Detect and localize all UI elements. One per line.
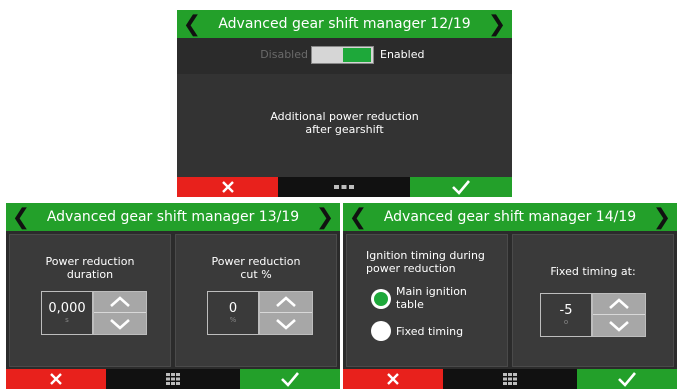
description-panel: Additional power reduction after gearshi… [177,74,512,178]
bottom-bar [177,177,512,197]
fixed-timing-value: -5 [559,303,573,318]
radio-fixed-timing[interactable] [371,321,391,341]
increase-button[interactable] [260,292,312,313]
toggle-on-label: Enabled [380,48,425,61]
check-icon [452,180,470,195]
page-title: Advanced gear shift manager 14/19 [383,209,637,225]
increase-button[interactable] [94,292,146,313]
decrease-button[interactable] [260,313,312,334]
chevron-left-icon[interactable]: ❮ [179,10,205,38]
enable-toggle[interactable]: Disabled Enabled [177,44,512,66]
increase-button[interactable] [593,294,645,315]
confirm-button[interactable] [410,177,512,197]
page-title: Advanced gear shift manager 12/19 [218,16,471,32]
chevron-down-icon [609,320,629,332]
fixed-timing-at-label: Fixed timing at: [550,265,636,278]
ignition-panel: Ignition timing during power reduction M… [346,234,508,367]
screen-12: ❮ Advanced gear shift manager 12/19 ❯ Di… [177,10,512,197]
chevron-down-icon [276,318,296,330]
chevron-up-icon [276,296,296,307]
page-title: Advanced gear shift manager 13/19 [46,209,300,225]
bottom-bar [343,369,677,389]
chevron-right-icon[interactable]: ❯ [649,203,675,231]
bottom-bar [6,369,340,389]
cancel-button[interactable] [343,369,443,389]
toggle-off-label: Disabled [260,48,308,61]
cut-unit: % [229,316,237,324]
cut-stepper[interactable] [259,291,313,335]
menu-grid-icon [503,373,517,385]
close-icon [50,373,62,385]
radio-main-ignition-table[interactable] [371,289,391,309]
title-bar: ❮ Advanced gear shift manager 13/19 ❯ [6,203,340,231]
toggle-switch[interactable] [311,46,374,64]
fixed-timing-stepper[interactable] [592,293,646,337]
duration-value-field[interactable]: 0,000 s [41,291,93,335]
title-bar: ❮ Advanced gear shift manager 12/19 ❯ [177,10,512,38]
duration-unit: s [65,316,69,324]
check-icon [618,372,636,387]
duration-panel: Power reduction duration 0,000 s [9,234,171,367]
fixed-timing-value-field[interactable]: -5 o [540,293,592,337]
cancel-button[interactable] [6,369,106,389]
title-bar: ❮ Advanced gear shift manager 14/19 ❯ [343,203,677,231]
confirm-button[interactable] [240,369,340,389]
cut-value-field[interactable]: 0 % [207,291,259,335]
chevron-right-icon[interactable]: ❯ [312,203,338,231]
check-icon [281,372,299,387]
decrease-button[interactable] [593,315,645,336]
menu-dots-icon [334,185,354,189]
chevron-up-icon [609,298,629,309]
screen-13: ❮ Advanced gear shift manager 13/19 ❯ Po… [6,203,340,389]
cut-panel: Power reduction cut % 0 % [175,234,337,367]
description-text: Additional power reduction after gearshi… [270,110,419,136]
menu-grid-icon [166,373,180,385]
chevron-left-icon[interactable]: ❮ [345,203,371,231]
cut-label: Power reduction cut % [211,255,301,281]
cut-value: 0 [228,301,238,316]
confirm-button[interactable] [577,369,677,389]
chevron-left-icon[interactable]: ❮ [8,203,34,231]
chevron-down-icon [110,318,130,330]
close-icon [387,373,399,385]
duration-stepper[interactable] [93,291,147,335]
duration-value: 0,000 [48,301,86,316]
toggle-knob [343,48,371,62]
chevron-up-icon [110,296,130,307]
duration-label: Power reduction duration [45,255,135,281]
menu-button[interactable] [278,177,410,197]
close-icon [221,181,234,193]
fixed-timing-panel: Fixed timing at: -5 o [512,234,674,367]
chevron-right-icon[interactable]: ❯ [484,10,510,38]
decrease-button[interactable] [94,313,146,334]
ignition-label: Ignition timing during power reduction [366,249,485,275]
fixed-timing-label: Fixed timing [396,325,464,338]
main-ignition-table-label: Main ignition table [396,285,467,311]
menu-button[interactable] [106,369,240,389]
menu-button[interactable] [443,369,577,389]
cancel-button[interactable] [177,177,278,197]
screen-14: ❮ Advanced gear shift manager 14/19 ❯ Ig… [343,203,677,389]
fixed-timing-unit: o [563,318,569,326]
